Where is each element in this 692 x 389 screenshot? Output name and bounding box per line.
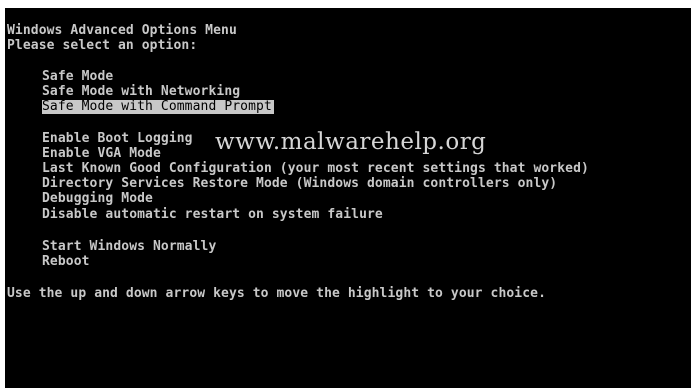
option-disable-auto-restart[interactable]: Disable automatic restart on system fail… <box>42 208 383 222</box>
screen-frame: Windows Advanced Options Menu Please sel… <box>0 0 692 389</box>
option-safe-mode-command-prompt[interactable]: Safe Mode with Command Prompt <box>42 100 274 114</box>
option-debugging-mode[interactable]: Debugging Mode <box>42 192 153 206</box>
boot-menu-console: Windows Advanced Options Menu Please sel… <box>5 8 691 388</box>
option-enable-vga-mode[interactable]: Enable VGA Mode <box>42 147 161 161</box>
option-last-known-good[interactable]: Last Known Good Configuration (your most… <box>42 162 589 176</box>
option-safe-mode-networking[interactable]: Safe Mode with Networking <box>42 85 240 99</box>
option-safe-mode[interactable]: Safe Mode <box>42 70 113 84</box>
menu-title: Windows Advanced Options Menu <box>7 23 237 38</box>
menu-instructions: Use the up and down arrow keys to move t… <box>7 286 547 301</box>
option-start-windows-normally[interactable]: Start Windows Normally <box>42 240 216 254</box>
watermark: www.malwarehelp.org <box>215 129 487 155</box>
menu-prompt: Please select an option: <box>7 38 198 53</box>
option-enable-boot-logging[interactable]: Enable Boot Logging <box>42 132 193 146</box>
option-directory-services-restore[interactable]: Directory Services Restore Mode (Windows… <box>42 177 557 191</box>
option-reboot[interactable]: Reboot <box>42 255 90 269</box>
